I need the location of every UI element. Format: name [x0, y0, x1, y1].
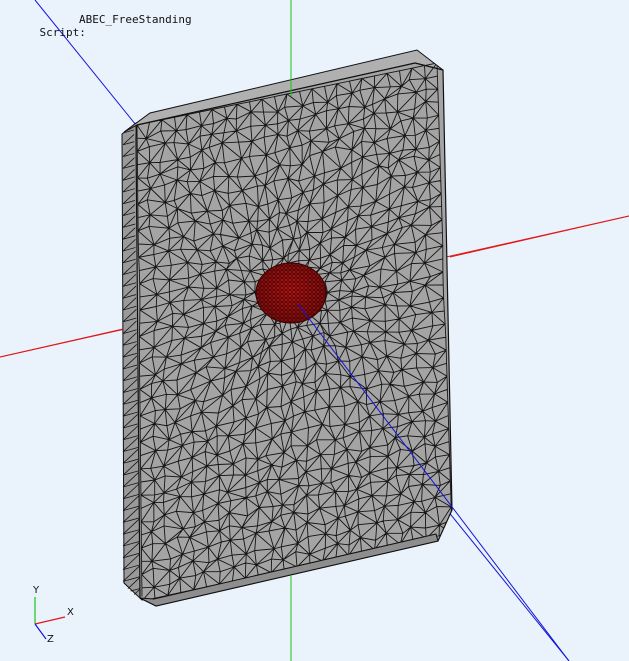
- axis-x-line-right: [449, 215, 629, 258]
- axis-x-line-left: [0, 328, 124, 358]
- enclosure-front-face: [135, 62, 453, 607]
- script-header: Script: ABEC_FreeStanding: [13, 13, 192, 65]
- triad-y-label: Y: [33, 585, 40, 596]
- 3d-viewport[interactable]: Script: ABEC_FreeStanding Y X Z: [0, 0, 629, 661]
- mesh-scene[interactable]: [0, 0, 629, 661]
- script-name: ABEC_FreeStanding: [79, 13, 192, 26]
- xyz-axes-triad-icon: [34, 597, 66, 640]
- triad-x-label: X: [67, 607, 74, 618]
- triad-z-label: Z: [47, 634, 54, 645]
- script-label: Script:: [39, 26, 86, 39]
